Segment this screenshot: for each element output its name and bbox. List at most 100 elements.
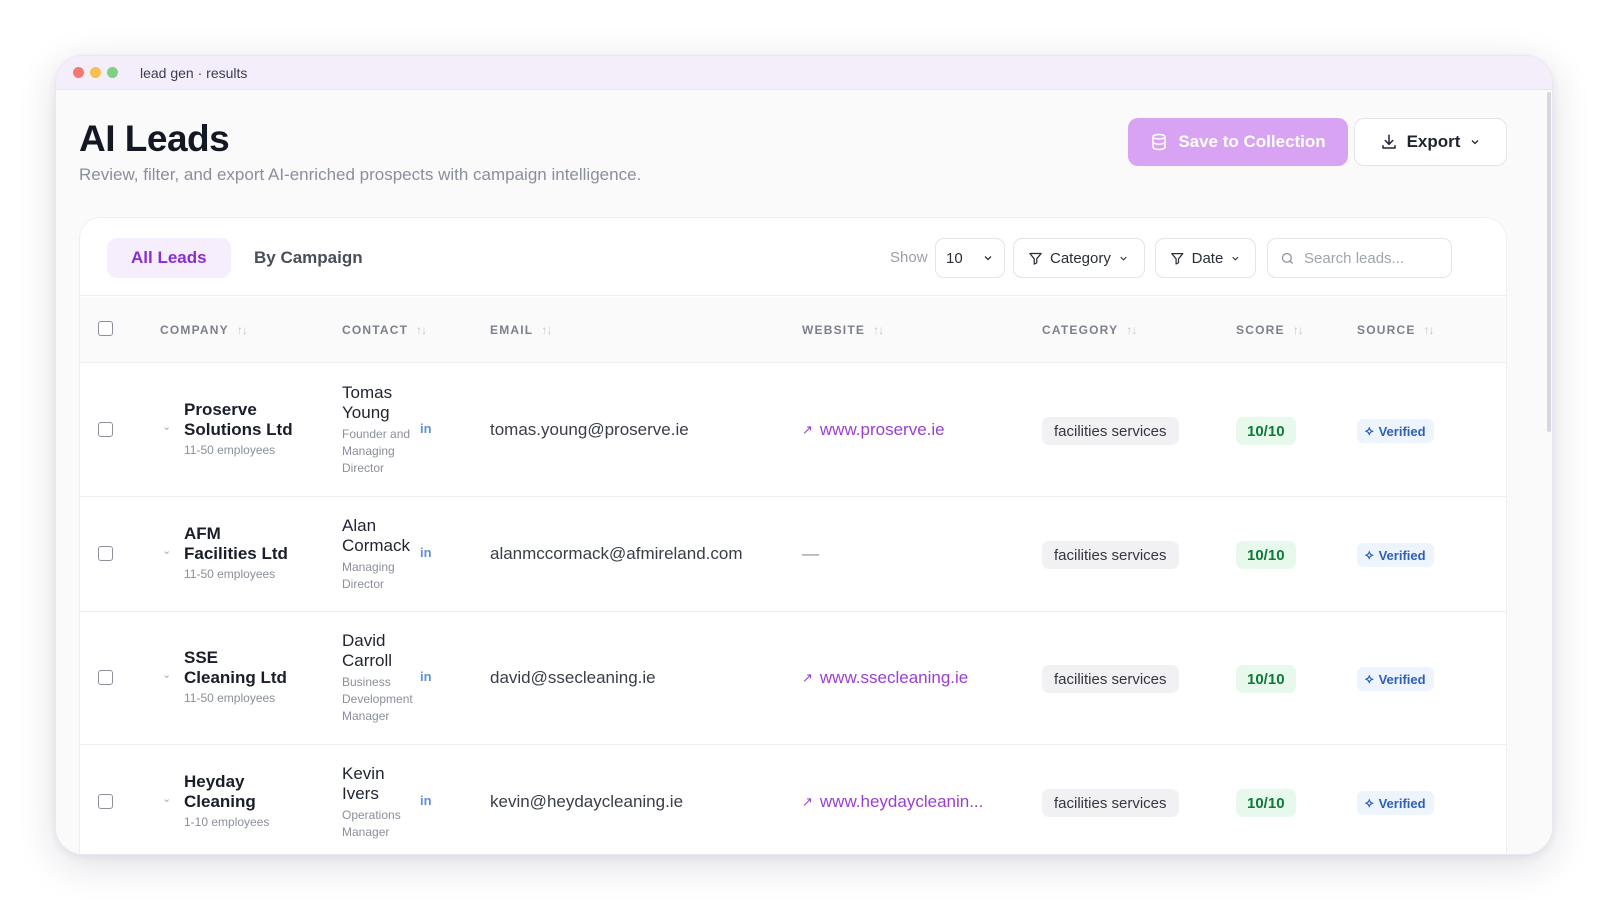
category-badge: facilities services xyxy=(1042,417,1179,445)
chevron-down-icon xyxy=(1471,140,1479,145)
search-input[interactable]: Search leads... xyxy=(1267,238,1452,278)
source-badge: ⟡ Verified xyxy=(1357,543,1434,567)
column-source[interactable]: SOURCE ↑↓ xyxy=(1357,323,1435,337)
website-link[interactable]: ↗ www.ssecleaning.ie xyxy=(802,668,968,688)
column-source-label: SOURCE xyxy=(1357,323,1416,337)
minimize-window-button[interactable] xyxy=(90,67,101,78)
contact-name-line: Kevin xyxy=(342,764,385,783)
column-website-label: WEBSITE xyxy=(802,323,866,337)
company-name-line: AFM xyxy=(184,524,221,543)
linkedin-icon[interactable]: in xyxy=(420,793,432,808)
scrollbar[interactable] xyxy=(1547,92,1551,432)
category-filter-label: Category xyxy=(1050,249,1111,267)
table-row[interactable]: ⌄ Heyday Cleaning 1-10 employees Kevin I… xyxy=(80,745,1506,854)
export-button[interactable]: Export xyxy=(1354,118,1507,166)
table-row[interactable]: ⌄ SSE Cleaning Ltd 11-50 employees David… xyxy=(80,612,1506,745)
company-name-line: Cleaning Ltd xyxy=(184,668,287,687)
website-url: www.ssecleaning.ie xyxy=(819,668,969,687)
column-email-label: EMAIL xyxy=(490,323,534,337)
linkedin-icon[interactable]: in xyxy=(420,421,432,436)
contact-name-line: Cormack xyxy=(342,536,411,555)
row-checkbox[interactable] xyxy=(98,422,113,437)
contact-role-line: Development xyxy=(342,692,413,706)
email-value: alanmccormack@afmireland.com xyxy=(490,544,743,563)
contact-cell: David Carroll Business Development Manag… xyxy=(342,631,420,725)
tab-by-campaign[interactable]: By Campaign xyxy=(230,238,387,278)
category-filter[interactable]: Category xyxy=(1013,238,1145,278)
company-name-line: Proserve xyxy=(184,400,257,419)
source-badge: ⟡ Verified xyxy=(1357,419,1434,443)
column-website[interactable]: WEBSITE ↑↓ xyxy=(802,323,884,337)
app-window: lead gen · results AI Leads Review, filt… xyxy=(55,55,1553,855)
close-window-button[interactable] xyxy=(73,67,84,78)
chevron-down-icon xyxy=(1120,256,1127,261)
expand-row-icon[interactable]: ⌄ xyxy=(162,668,171,681)
linkedin-icon[interactable]: in xyxy=(420,545,432,560)
column-company-label: COMPANY xyxy=(160,323,229,337)
contact-role-line: Managing xyxy=(342,560,395,574)
external-link-icon: ↗ xyxy=(802,670,813,685)
window-title: lead gen · results xyxy=(140,64,248,81)
website-link[interactable]: ↗ www.heydaycleanin... xyxy=(802,792,983,812)
column-category[interactable]: CATEGORY ↑↓ xyxy=(1042,323,1137,337)
date-filter-label: Date xyxy=(1191,249,1224,267)
source-label: Verified xyxy=(1378,423,1426,439)
leads-card: All Leads By Campaign Show 10 Category D… xyxy=(79,217,1507,854)
contact-role: Business Development Manager xyxy=(342,674,420,725)
select-all-checkbox[interactable] xyxy=(98,321,113,336)
expand-row-icon[interactable]: ⌄ xyxy=(162,544,171,557)
maximize-window-button[interactable] xyxy=(107,67,118,78)
save-to-collection-button[interactable]: Save to Collection xyxy=(1128,118,1348,166)
website-url: www.heydaycleanin... xyxy=(819,792,984,811)
company-cell: Heyday Cleaning 1-10 employees xyxy=(184,772,269,829)
column-contact[interactable]: CONTACT ↑↓ xyxy=(342,323,427,337)
score-badge: 10/10 xyxy=(1236,789,1296,817)
company-name-line: Facilities Ltd xyxy=(184,544,288,563)
search-placeholder: Search leads... xyxy=(1304,249,1405,267)
save-to-collection-label: Save to Collection xyxy=(1178,132,1326,151)
download-icon xyxy=(1381,134,1396,149)
table-row[interactable]: ⌄ Proserve Solutions Ltd 11-50 employees… xyxy=(80,364,1506,497)
main-content: AI Leads Review, filter, and export AI-e… xyxy=(56,90,1552,854)
contact-role-line: Operations xyxy=(342,808,401,822)
date-filter[interactable]: Date xyxy=(1155,238,1256,278)
row-checkbox[interactable] xyxy=(98,670,113,685)
verified-icon: ⟡ xyxy=(1365,547,1374,562)
tab-all-leads[interactable]: All Leads xyxy=(107,238,231,278)
column-score[interactable]: SCORE ↑↓ xyxy=(1236,323,1304,337)
row-checkbox[interactable] xyxy=(98,546,113,561)
sort-icon: ↑↓ xyxy=(1423,323,1435,337)
page-size-select[interactable]: 10 xyxy=(935,238,1005,278)
website-link[interactable]: ↗ www.proserve.ie xyxy=(802,420,945,440)
expand-row-icon[interactable]: ⌄ xyxy=(162,792,171,805)
contact-name-line: Young xyxy=(342,403,390,422)
verified-icon: ⟡ xyxy=(1365,795,1374,810)
filter-icon xyxy=(1029,252,1042,265)
expand-row-icon[interactable]: ⌄ xyxy=(162,420,171,433)
contact-cell: Tomas Young Founder and Managing Directo… xyxy=(342,383,420,477)
company-name-line: Solutions Ltd xyxy=(184,420,293,439)
contact-role-line: Director xyxy=(342,577,385,591)
row-checkbox[interactable] xyxy=(98,794,113,809)
company-name-line: Cleaning xyxy=(184,792,256,811)
table-row[interactable]: ⌄ AFM Facilities Ltd 11-50 employees Ala… xyxy=(80,497,1506,612)
website-url: — xyxy=(802,544,819,563)
column-company[interactable]: COMPANY ↑↓ xyxy=(160,323,248,337)
contact-role-line: Business xyxy=(342,675,391,689)
filter-icon xyxy=(1171,252,1184,265)
contact-role-line: Managing xyxy=(342,444,395,458)
contact-role: Managing Director xyxy=(342,559,420,593)
sort-icon: ↑↓ xyxy=(416,323,427,337)
source-label: Verified xyxy=(1378,547,1426,563)
website-link: — xyxy=(802,544,819,564)
company-size: 11-50 employees xyxy=(184,567,276,581)
company-name-line: Heyday xyxy=(184,772,245,791)
linkedin-icon[interactable]: in xyxy=(420,669,432,684)
contact-name-line: Tomas xyxy=(342,383,393,402)
contact-cell: Alan Cormack Managing Director xyxy=(342,516,420,593)
column-email[interactable]: EMAIL ↑↓ xyxy=(490,323,552,337)
contact-role-line: Founder and xyxy=(342,427,411,441)
contact-role-line: Manager xyxy=(342,825,390,839)
external-link-icon: ↗ xyxy=(802,422,813,437)
sort-icon: ↑↓ xyxy=(1126,323,1137,337)
